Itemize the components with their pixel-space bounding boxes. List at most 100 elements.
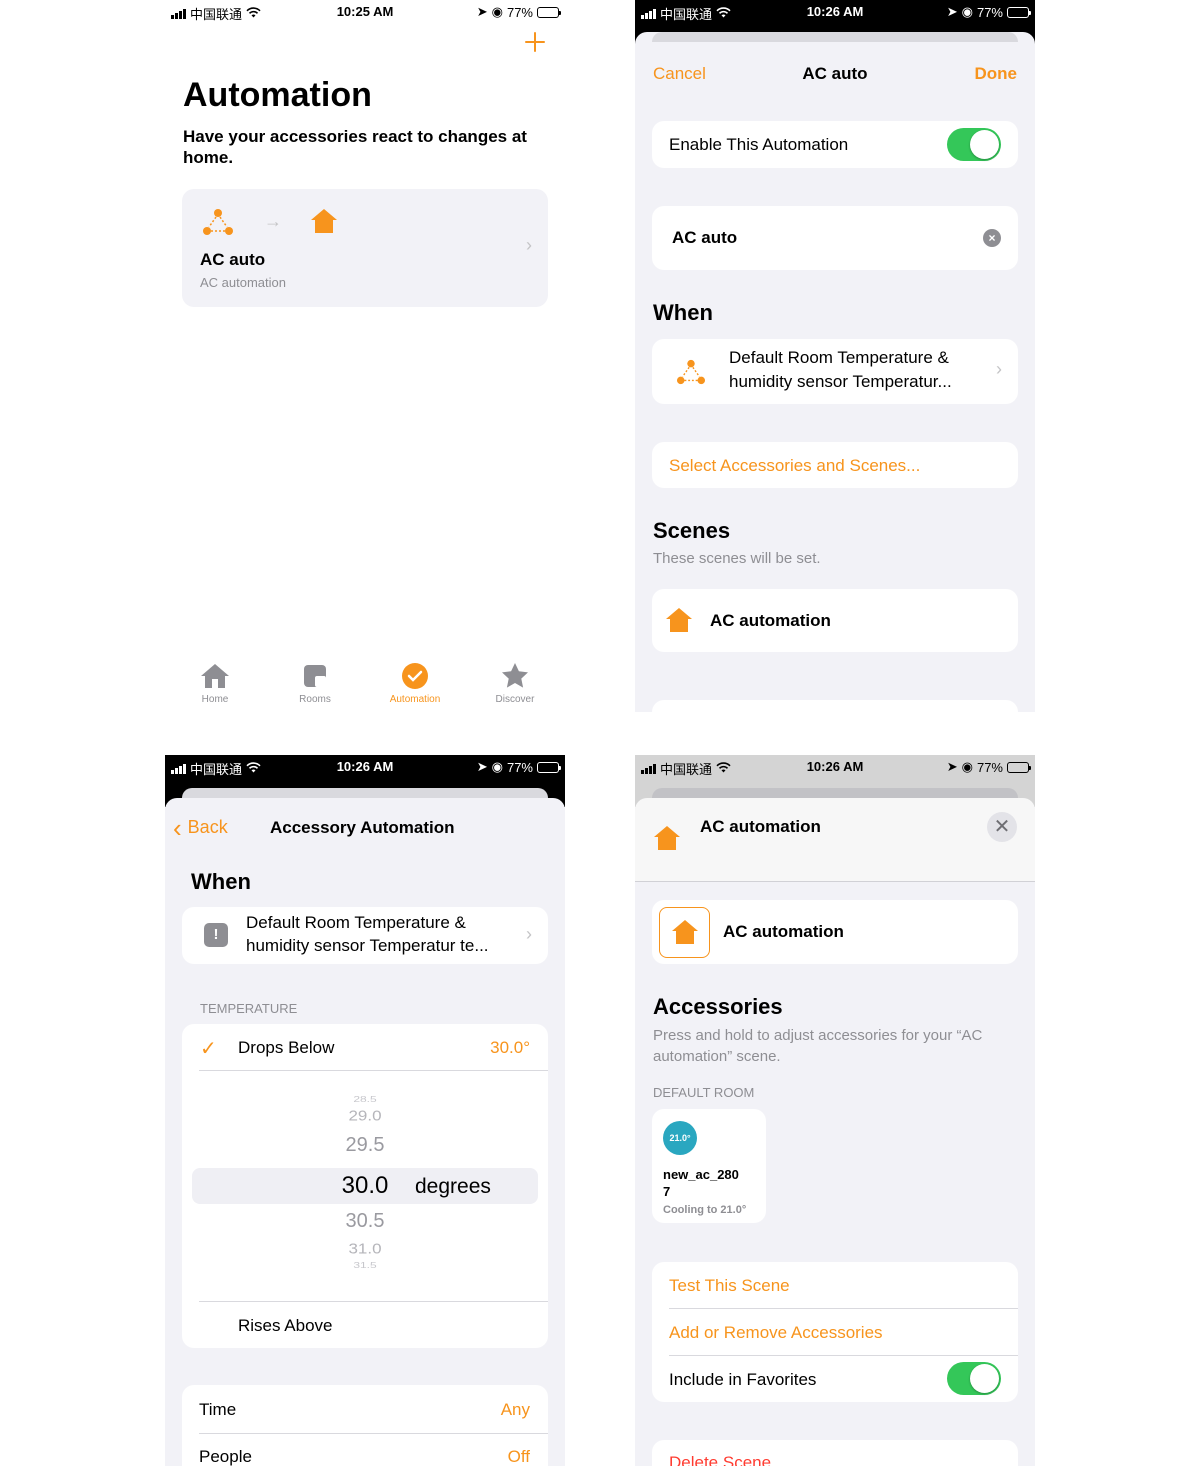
enable-row: Enable This Automation: [652, 121, 1018, 168]
enable-toggle[interactable]: [947, 128, 1001, 161]
when-header: When: [191, 869, 251, 894]
sensor-icon: [677, 359, 705, 385]
automation-card[interactable]: → AC auto AC automation ›: [182, 189, 548, 307]
favorites-toggle[interactable]: [947, 1362, 1001, 1395]
rotation-lock-icon: ◉: [961, 759, 973, 774]
close-icon: ✕: [993, 816, 1011, 838]
house-icon: [672, 920, 698, 944]
temperature-badge: 21.0°: [663, 1121, 697, 1155]
trigger-line-2: humidity sensor Temperatur te...: [246, 936, 489, 955]
location-icon: ➤: [946, 759, 958, 774]
accessory-status: Cooling to 21.0°: [663, 1204, 747, 1216]
tab-discover[interactable]: Discover: [465, 662, 565, 705]
delete-scene-button[interactable]: Delete Scene: [669, 1453, 771, 1466]
next-card: [652, 700, 1018, 712]
sheet-header: AC automation ✕: [635, 798, 1035, 882]
scene-row[interactable]: AC automation: [652, 589, 1018, 652]
accessory-tile[interactable]: 21.0° new_ac_280 7 Cooling to 21.0°: [652, 1109, 766, 1223]
trigger-line-2: humidity sensor Temperatur...: [729, 372, 952, 391]
scene-name-row[interactable]: AC automation: [652, 900, 1018, 964]
picker-value: 31.0: [348, 1240, 382, 1257]
arrow-right-icon: →: [264, 211, 282, 231]
scene-name: AC automation: [710, 611, 831, 630]
close-button[interactable]: ✕: [987, 812, 1017, 842]
people-label: People: [199, 1447, 252, 1466]
nav-title: Accessory Automation: [270, 818, 455, 837]
page-subtitle: Have your accessories react to changes a…: [183, 127, 527, 167]
temperature-picker[interactable]: 28.5 29.0 29.5 30.0 degrees 30.5 31.0 31…: [182, 1084, 548, 1284]
location-icon: ➤: [476, 4, 488, 19]
delete-scene-row[interactable]: Delete Scene: [652, 1440, 1018, 1466]
clear-icon[interactable]: ×: [983, 229, 1001, 247]
house-icon: [666, 608, 692, 632]
location-icon: ➤: [476, 759, 488, 774]
section-label: TEMPERATURE: [200, 1001, 298, 1016]
trigger-row[interactable]: Default Room Temperature & humidity sens…: [652, 339, 1018, 404]
rotation-lock-icon: ◉: [491, 759, 503, 774]
picker-value: 29.5: [345, 1134, 385, 1156]
select-accessories-row[interactable]: Select Accessories and Scenes...: [652, 442, 1018, 488]
scenes-header: Scenes: [653, 518, 731, 543]
picker-value-selected: 30.0: [341, 1172, 389, 1199]
automation-screen: 中国联通 10:25 AM ➤ ◉ 77% Automation Have your…: [165, 0, 565, 712]
tab-home[interactable]: Home: [165, 662, 265, 705]
tab-label: Discover: [495, 694, 535, 705]
tab-label: Home: [201, 694, 229, 705]
tab-rooms[interactable]: Rooms: [265, 662, 365, 705]
name-field-value: AC auto: [672, 228, 738, 247]
accessories-header: Accessories: [653, 994, 783, 1019]
accessory-name-1: new_ac_280: [663, 1167, 739, 1182]
trigger-line-1: Default Room Temperature &: [246, 913, 466, 932]
trigger-row[interactable]: ! Default Room Temperature & humidity se…: [182, 907, 548, 964]
add-remove-accessories-button[interactable]: Add or Remove Accessories: [669, 1323, 883, 1343]
time-value: Any: [500, 1400, 530, 1419]
battery-icon: [537, 761, 561, 773]
done-button[interactable]: Done: [975, 64, 1018, 84]
room-label: DEFAULT ROOM: [653, 1085, 755, 1100]
favorites-label: Include in Favorites: [669, 1370, 817, 1389]
location-icon: ➤: [946, 4, 958, 19]
back-button[interactable]: ‹ Back: [173, 812, 228, 843]
picker-unit: degrees: [415, 1175, 491, 1198]
sensor-alert-icon: !: [204, 923, 228, 947]
temperature-card: ✓ Drops Below 30.0° 28.5 29.0 29.5 30.0 …: [182, 1024, 548, 1348]
chevron-left-icon: ‹: [173, 812, 182, 843]
name-field[interactable]: AC auto ×: [652, 206, 1018, 270]
people-value: Off: [507, 1447, 530, 1466]
select-accessories-link[interactable]: Select Accessories and Scenes...: [669, 456, 920, 476]
tab-automation[interactable]: Automation: [365, 662, 465, 705]
time-row[interactable]: Time Any: [182, 1385, 548, 1433]
rotation-lock-icon: ◉: [961, 4, 973, 19]
enable-label: Enable This Automation: [669, 135, 849, 154]
time-label: Time: [199, 1400, 237, 1419]
test-scene-button[interactable]: Test This Scene: [669, 1276, 790, 1296]
chevron-right-icon: ›: [996, 359, 1002, 379]
drops-below-value: 30.0°: [490, 1038, 530, 1057]
chevron-right-icon: ›: [526, 924, 532, 944]
star-icon: [502, 663, 528, 688]
drops-below-option[interactable]: Drops Below: [238, 1038, 334, 1058]
add-automation-button[interactable]: [523, 30, 547, 54]
battery-icon: [1007, 761, 1031, 773]
scene-actions-card: Test This Scene Add or Remove Accessorie…: [652, 1262, 1018, 1402]
accessory-name-2: 7: [663, 1184, 671, 1199]
battery-percent: 77%: [506, 4, 533, 20]
status-bar: 中国联通 10:25 AM ➤ ◉ 77%: [165, 0, 565, 22]
battery-icon: [537, 6, 561, 18]
house-icon: [311, 209, 337, 233]
tab-label: Rooms: [299, 694, 331, 705]
scene-icon-tile: [659, 907, 710, 958]
house-icon: [201, 664, 229, 688]
checkmark-icon: ✓: [200, 1038, 217, 1060]
status-bar: 中国联通 10:26 AM ➤ ◉ 77%: [165, 755, 565, 777]
rises-above-option[interactable]: Rises Above: [238, 1316, 333, 1336]
people-row[interactable]: People Off: [182, 1434, 548, 1466]
rotation-lock-icon: ◉: [491, 4, 503, 19]
plus-icon: [525, 32, 545, 52]
tab-label: Automation: [389, 694, 441, 705]
house-icon: [654, 826, 680, 850]
accessory-automation-screen: 中国联通 10:26 AM ➤ ◉ 77% ‹ Back Accessory Aut…: [165, 755, 565, 1466]
battery-percent: 77%: [976, 4, 1003, 20]
trigger-line-1: Default Room Temperature &: [729, 348, 949, 367]
scene-detail-screen: 中国联通 10:26 AM ➤ ◉ 77% AC automation ✕ AC a…: [635, 755, 1035, 1466]
